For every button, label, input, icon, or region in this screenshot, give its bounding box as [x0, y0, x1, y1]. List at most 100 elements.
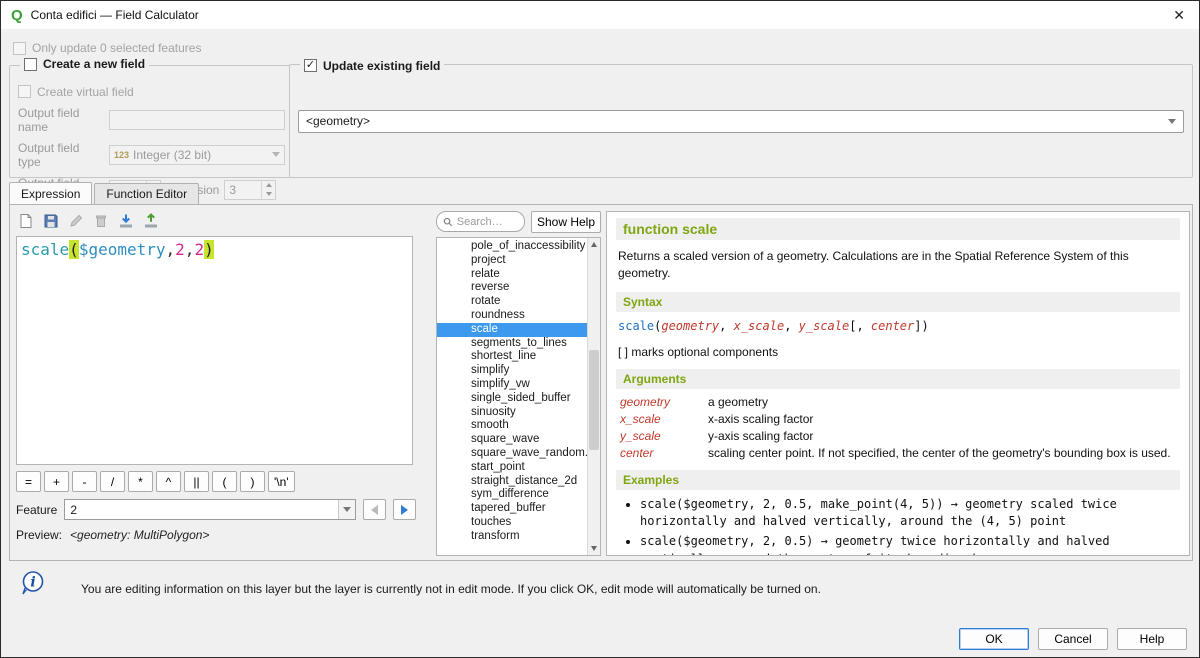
function-list-item[interactable]: start_point: [437, 461, 600, 475]
operator-button[interactable]: -: [72, 471, 97, 492]
update-existing-field-checkbox[interactable]: Update existing field: [304, 59, 440, 73]
arguments-table: geometrya geometryx_scalex-axis scaling …: [620, 395, 1176, 460]
import-expressions-icon[interactable]: [116, 211, 136, 231]
operator-button[interactable]: =: [16, 471, 41, 492]
cancel-button[interactable]: Cancel: [1038, 628, 1108, 650]
function-help-panel: function scale Returns a scaled version …: [606, 211, 1190, 556]
next-feature-icon[interactable]: [393, 499, 416, 520]
feature-value: 2: [65, 503, 338, 517]
function-list-item[interactable]: reverse: [437, 281, 600, 295]
tab-function-editor[interactable]: Function Editor: [94, 183, 199, 204]
argument-name: x_scale: [620, 412, 696, 426]
syntax-token: ,: [784, 319, 798, 333]
operator-button[interactable]: *: [128, 471, 153, 492]
syntax-line: scale(geometry, x_scale, y_scale[, cente…: [618, 319, 1178, 333]
scrollbar-down-icon[interactable]: [588, 542, 600, 555]
expression-code-editor[interactable]: scale($geometry,2,2): [16, 236, 413, 465]
function-list-item[interactable]: transform: [437, 530, 600, 544]
close-icon[interactable]: ✕: [1169, 7, 1189, 24]
function-list-item[interactable]: segments_to_lines: [437, 337, 600, 351]
save-expression-icon[interactable]: [41, 211, 61, 231]
function-list-item[interactable]: shortest_line: [437, 350, 600, 364]
function-list-item[interactable]: relate: [437, 268, 600, 282]
operator-button[interactable]: +: [44, 471, 69, 492]
output-field-type-label: Output field type: [18, 141, 104, 169]
svg-text:i: i: [30, 575, 35, 591]
feature-row: Feature 2: [16, 499, 416, 520]
search-input[interactable]: [457, 216, 518, 228]
expression-token: ): [204, 240, 214, 259]
feature-selector[interactable]: 2: [64, 499, 356, 520]
examples-list: scale($geometry, 2, 0.5, make_point(4, 5…: [640, 496, 1180, 556]
function-search-box[interactable]: [436, 211, 525, 232]
operator-buttons: =+-/*^||()'\n': [16, 471, 295, 492]
qgis-logo-icon: Q: [11, 8, 23, 23]
export-expressions-icon[interactable]: [141, 211, 161, 231]
function-list-item[interactable]: rotate: [437, 295, 600, 309]
operator-button[interactable]: ||: [184, 471, 209, 492]
dropdown-arrow-icon: [272, 152, 280, 157]
function-list-item[interactable]: single_sided_buffer: [437, 392, 600, 406]
function-list-item[interactable]: tapered_buffer: [437, 502, 600, 516]
function-list-item[interactable]: roundness: [437, 309, 600, 323]
argument-name: y_scale: [620, 429, 696, 443]
syntax-heading: Syntax: [616, 292, 1180, 312]
argument-description: scaling center point. If not specified, …: [708, 446, 1176, 460]
update-existing-field-group: Update existing field <geometry>: [289, 57, 1193, 178]
operator-button[interactable]: '\n': [268, 471, 295, 492]
function-list-item[interactable]: simplify_vw: [437, 378, 600, 392]
examples-heading: Examples: [616, 470, 1180, 490]
spin-down-icon: [262, 190, 275, 199]
previous-feature-icon: [363, 499, 386, 520]
function-list-item[interactable]: sinuosity: [437, 406, 600, 420]
syntax-token: x_scale: [734, 319, 785, 333]
function-list-scrollbar[interactable]: [587, 238, 600, 555]
function-list-item[interactable]: straight_distance_2d: [437, 475, 600, 489]
integer-type-icon: 123: [114, 150, 129, 160]
create-virtual-field-label: Create virtual field: [37, 85, 134, 99]
help-description: Returns a scaled version of a geometry. …: [618, 248, 1178, 282]
argument-description: y-axis scaling factor: [708, 429, 1176, 443]
edit-mode-message: You are editing information on this laye…: [81, 582, 1121, 596]
operator-button[interactable]: ^: [156, 471, 181, 492]
create-virtual-field-checkbox: Create virtual field: [18, 85, 134, 99]
feature-label: Feature: [16, 503, 57, 517]
output-field-name-label: Output field name: [18, 106, 104, 134]
function-list-item[interactable]: smooth: [437, 419, 600, 433]
scrollbar-thumb[interactable]: [589, 350, 599, 450]
ok-button[interactable]: OK: [959, 628, 1029, 650]
dropdown-arrow-icon[interactable]: [338, 500, 355, 519]
function-list-item[interactable]: square_wave_random...: [437, 447, 600, 461]
expression-token: 2: [175, 240, 185, 259]
operator-button[interactable]: (: [212, 471, 237, 492]
new-expression-icon[interactable]: [16, 211, 36, 231]
function-list-item[interactable]: simplify: [437, 364, 600, 378]
checkbox-box: [304, 59, 317, 72]
expression-token: $geometry: [79, 240, 166, 259]
function-list-item[interactable]: project: [437, 254, 600, 268]
preview-row: Preview: <geometry: MultiPolygon>: [16, 528, 209, 542]
expression-toolbar: [16, 211, 161, 231]
argument-name: geometry: [620, 395, 696, 409]
help-button[interactable]: Help: [1117, 628, 1187, 650]
create-new-field-checkbox[interactable]: Create a new field: [24, 57, 145, 71]
argument-description: x-axis scaling factor: [708, 412, 1176, 426]
function-list-item[interactable]: pole_of_inaccessibility: [437, 240, 600, 254]
existing-field-value: <geometry>: [306, 114, 370, 128]
existing-field-select[interactable]: <geometry>: [298, 110, 1184, 133]
function-list-item[interactable]: square_wave: [437, 433, 600, 447]
titlebar: Q Conta edifici — Field Calculator ✕: [1, 1, 1199, 29]
operator-button[interactable]: /: [100, 471, 125, 492]
function-list-item[interactable]: scale: [437, 323, 600, 337]
operator-button[interactable]: ): [240, 471, 265, 492]
function-search-row: Show Help: [436, 211, 601, 233]
function-list-item[interactable]: sym_difference: [437, 488, 600, 502]
syntax-token: geometry: [661, 319, 719, 333]
tab-expression[interactable]: Expression: [9, 182, 92, 204]
show-help-button[interactable]: Show Help: [531, 211, 601, 233]
scrollbar-up-icon[interactable]: [588, 238, 600, 251]
expression-token: scale: [21, 240, 69, 259]
expression-token: (: [69, 240, 79, 259]
expression-token: 2: [194, 240, 204, 259]
function-list-item[interactable]: touches: [437, 516, 600, 530]
